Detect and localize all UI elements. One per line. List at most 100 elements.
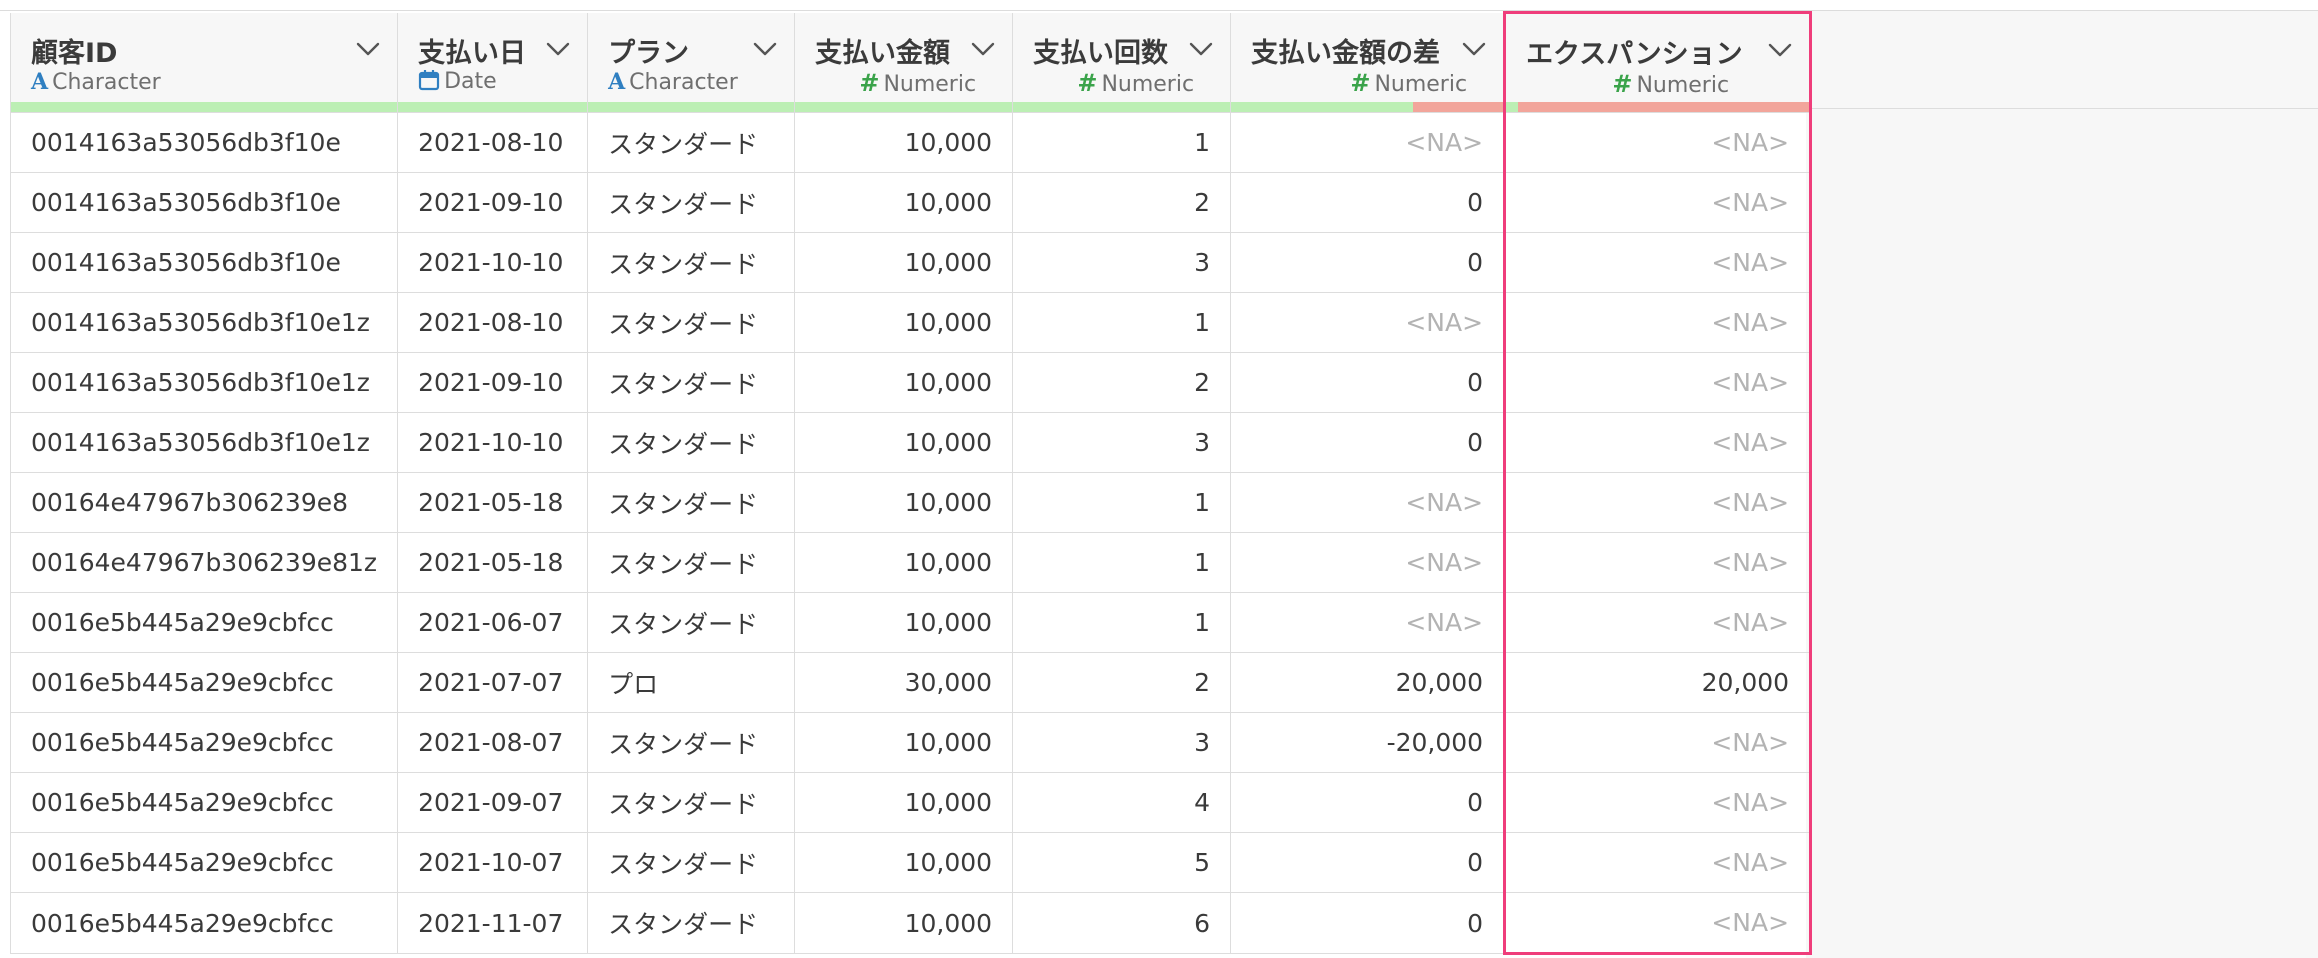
column-header-payment-diff[interactable]: 支払い金額の差 # Numeric <box>1230 12 1506 113</box>
table-cell[interactable]: 0016e5b445a29e9cbfcc <box>9 652 399 713</box>
table-cell[interactable]: 1 <box>1012 292 1232 353</box>
table-cell[interactable]: 2021-10-07 <box>397 832 589 893</box>
table-cell[interactable]: <NA> <box>1230 532 1506 593</box>
table-cell[interactable]: 0 <box>1230 232 1506 293</box>
table-cell[interactable]: <NA> <box>1503 112 1813 173</box>
table-cell[interactable]: 0016e5b445a29e9cbfcc <box>9 832 399 893</box>
table-cell[interactable]: 0 <box>1230 352 1506 413</box>
column-header-payment-amount[interactable]: 支払い金額 # Numeric <box>794 12 1014 113</box>
table-cell[interactable]: <NA> <box>1503 592 1813 653</box>
table-cell[interactable]: スタンダード <box>587 772 796 833</box>
table-cell[interactable]: 0016e5b445a29e9cbfcc <box>9 712 399 773</box>
table-cell[interactable]: <NA> <box>1230 472 1506 533</box>
table-cell[interactable]: 0 <box>1230 832 1506 893</box>
chevron-down-icon[interactable] <box>545 39 571 59</box>
table-cell[interactable]: 1 <box>1012 472 1232 533</box>
table-cell[interactable]: <NA> <box>1503 532 1813 593</box>
column-header-payment-date[interactable]: 支払い日 Date <box>397 12 589 113</box>
table-cell[interactable]: <NA> <box>1503 232 1813 293</box>
table-cell[interactable]: スタンダード <box>587 292 796 353</box>
table-cell[interactable]: 1 <box>1012 592 1232 653</box>
chevron-down-icon[interactable] <box>355 39 381 59</box>
chevron-down-icon[interactable] <box>970 39 996 59</box>
table-cell[interactable]: 2021-08-07 <box>397 712 589 773</box>
table-cell[interactable]: 2021-10-10 <box>397 232 589 293</box>
table-cell[interactable]: スタンダード <box>587 172 796 233</box>
table-cell[interactable]: 20,000 <box>1503 652 1813 713</box>
table-cell[interactable]: 10,000 <box>794 292 1014 353</box>
table-cell[interactable]: 1 <box>1012 112 1232 173</box>
table-cell[interactable]: <NA> <box>1230 592 1506 653</box>
table-cell[interactable]: 10,000 <box>794 772 1014 833</box>
column-header-plan[interactable]: プラン A Character <box>587 12 796 113</box>
table-cell[interactable]: 0016e5b445a29e9cbfcc <box>9 772 399 833</box>
table-cell[interactable]: 2021-11-07 <box>397 892 589 954</box>
table-cell[interactable]: <NA> <box>1503 892 1813 955</box>
table-cell[interactable]: 10,000 <box>794 352 1014 413</box>
table-cell[interactable]: <NA> <box>1230 292 1506 353</box>
table-cell[interactable]: -20,000 <box>1230 712 1506 773</box>
table-cell[interactable]: 2021-09-10 <box>397 172 589 233</box>
table-cell[interactable]: 0014163a53056db3f10e <box>9 172 399 233</box>
table-cell[interactable]: <NA> <box>1503 172 1813 233</box>
table-cell[interactable]: 0016e5b445a29e9cbfcc <box>9 892 399 954</box>
table-cell[interactable]: 2 <box>1012 352 1232 413</box>
table-cell[interactable]: 0014163a53056db3f10e1z <box>9 412 399 473</box>
table-cell[interactable]: 0014163a53056db3f10e <box>9 112 399 173</box>
column-header-expansion[interactable]: エクスパンション # Numeric <box>1503 11 1813 113</box>
table-cell[interactable]: 30,000 <box>794 652 1014 713</box>
table-cell[interactable]: 00164e47967b306239e8 <box>9 472 399 533</box>
table-cell[interactable]: スタンダード <box>587 412 796 473</box>
table-cell[interactable]: 5 <box>1012 832 1232 893</box>
chevron-down-icon[interactable] <box>1767 40 1793 60</box>
chevron-down-icon[interactable] <box>1461 39 1487 59</box>
table-cell[interactable]: 2021-08-10 <box>397 292 589 353</box>
table-cell[interactable]: 0016e5b445a29e9cbfcc <box>9 592 399 653</box>
table-cell[interactable]: スタンダード <box>587 112 796 173</box>
table-cell[interactable]: 10,000 <box>794 472 1014 533</box>
table-cell[interactable]: 2021-08-10 <box>397 112 589 173</box>
chevron-down-icon[interactable] <box>1188 39 1214 59</box>
table-cell[interactable]: 10,000 <box>794 412 1014 473</box>
table-cell[interactable]: 10,000 <box>794 112 1014 173</box>
table-cell[interactable]: 3 <box>1012 232 1232 293</box>
table-cell[interactable]: <NA> <box>1503 292 1813 353</box>
table-cell[interactable]: プロ <box>587 652 796 713</box>
table-cell[interactable]: 2021-05-18 <box>397 532 589 593</box>
table-cell[interactable]: <NA> <box>1230 112 1506 173</box>
table-cell[interactable]: 0 <box>1230 772 1506 833</box>
table-cell[interactable]: 4 <box>1012 772 1232 833</box>
table-cell[interactable]: 0014163a53056db3f10e1z <box>9 352 399 413</box>
table-cell[interactable]: 3 <box>1012 412 1232 473</box>
table-cell[interactable]: 2 <box>1012 172 1232 233</box>
table-cell[interactable]: <NA> <box>1503 712 1813 773</box>
column-header-customer-id[interactable]: 顧客ID A Character <box>9 12 399 113</box>
table-cell[interactable]: 0014163a53056db3f10e1z <box>9 292 399 353</box>
table-cell[interactable]: <NA> <box>1503 832 1813 893</box>
table-cell[interactable]: 2021-06-07 <box>397 592 589 653</box>
table-cell[interactable]: スタンダード <box>587 592 796 653</box>
table-cell[interactable]: 0014163a53056db3f10e <box>9 232 399 293</box>
table-cell[interactable]: 0 <box>1230 172 1506 233</box>
table-cell[interactable]: 6 <box>1012 892 1232 954</box>
table-cell[interactable]: 10,000 <box>794 832 1014 893</box>
table-cell[interactable]: スタンダード <box>587 892 796 954</box>
table-cell[interactable]: スタンダード <box>587 472 796 533</box>
table-cell[interactable]: 0 <box>1230 892 1506 954</box>
table-cell[interactable]: 10,000 <box>794 172 1014 233</box>
table-cell[interactable]: 2021-05-18 <box>397 472 589 533</box>
table-cell[interactable]: <NA> <box>1503 772 1813 833</box>
table-cell[interactable]: 2021-07-07 <box>397 652 589 713</box>
table-cell[interactable]: 10,000 <box>794 712 1014 773</box>
table-cell[interactable]: 10,000 <box>794 892 1014 954</box>
table-cell[interactable]: スタンダード <box>587 712 796 773</box>
table-cell[interactable]: スタンダード <box>587 352 796 413</box>
column-header-payment-count[interactable]: 支払い回数 # Numeric <box>1012 12 1232 113</box>
table-cell[interactable]: 2021-10-10 <box>397 412 589 473</box>
table-cell[interactable]: 10,000 <box>794 232 1014 293</box>
table-cell[interactable]: スタンダード <box>587 232 796 293</box>
table-cell[interactable]: 2021-09-07 <box>397 772 589 833</box>
table-cell[interactable]: <NA> <box>1503 412 1813 473</box>
chevron-down-icon[interactable] <box>752 39 778 59</box>
table-cell[interactable]: 10,000 <box>794 592 1014 653</box>
